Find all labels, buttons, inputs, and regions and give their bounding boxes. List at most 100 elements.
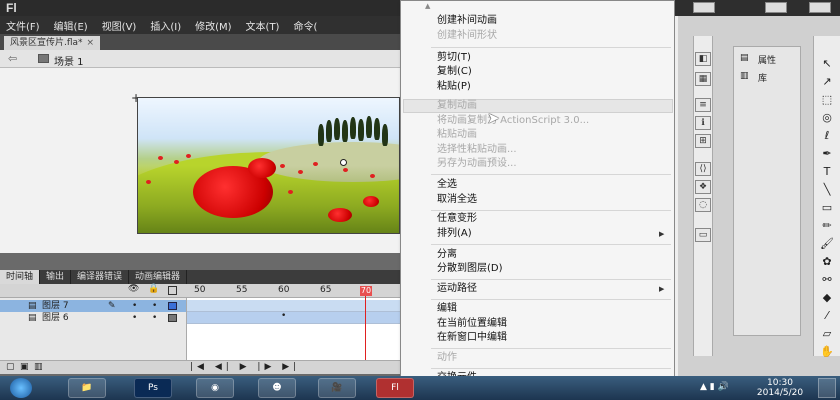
frame-grid[interactable]: • [186, 298, 401, 360]
photoshop-taskbar-icon[interactable]: Ps [134, 378, 172, 398]
recorder-taskbar-icon[interactable]: 🎥 [318, 378, 356, 398]
hand-tool-icon[interactable]: ✋ [818, 344, 836, 360]
menu-insert[interactable]: 插入(I) [150, 18, 181, 33]
chat-taskbar-icon[interactable]: ☻ [258, 378, 296, 398]
library-tab[interactable]: 库 [758, 71, 767, 84]
visibility-dot[interactable]: • [132, 300, 137, 312]
menu-item-break-apart[interactable]: 分离 [437, 249, 457, 261]
browser-taskbar-icon[interactable]: ◉ [196, 378, 234, 398]
lasso-tool-icon[interactable]: ℓ [818, 128, 836, 144]
scroll-up-icon[interactable]: ▲ [425, 2, 430, 10]
menu-separator [431, 348, 671, 349]
layer-color-swatch[interactable] [168, 314, 177, 322]
new-folder-icon[interactable]: ▣ [20, 362, 29, 372]
text-tool-icon[interactable]: T [818, 164, 836, 180]
library-icon: ▥ [740, 71, 749, 81]
playhead-line [365, 286, 366, 360]
frame-number: 55 [236, 285, 248, 295]
tab-output[interactable]: 输出 [40, 270, 72, 284]
history-panel-icon[interactable]: ▭ [695, 228, 711, 242]
menu-item-create-motion-tween[interactable]: 创建补间动画 [437, 15, 497, 27]
menu-commands[interactable]: 命令( [293, 18, 317, 33]
selection-tool-icon[interactable]: ↖ [818, 56, 836, 72]
close-window-button[interactable] [809, 2, 831, 13]
menu-item-edit-in-place[interactable]: 在当前位置编辑 [437, 318, 507, 330]
back-arrow-icon[interactable]: ⇦ [8, 52, 17, 65]
lock-dot[interactable]: • [152, 300, 157, 312]
eyedropper-tool-icon[interactable]: ⁄ [818, 308, 836, 324]
new-layer-icon[interactable]: ▢ [6, 362, 15, 372]
menu-view[interactable]: 视图(V) [102, 18, 137, 33]
timeline-header: 👁 🔒 50 55 60 65 [0, 284, 400, 298]
tab-motion-editor[interactable]: 动画编辑器 [129, 270, 188, 284]
menu-text[interactable]: 文本(T) [246, 18, 280, 33]
menu-item-distribute-to-layers[interactable]: 分散到图层(D) [437, 263, 503, 275]
document-tab[interactable]: 风景区宣传片.fla* × [4, 36, 101, 50]
rectangle-tool-icon[interactable]: ▭ [818, 200, 836, 216]
menu-modify[interactable]: 修改(M) [195, 18, 231, 33]
explorer-taskbar-icon[interactable]: 📁 [68, 378, 106, 398]
flash-logo: Fl [6, 1, 17, 15]
delete-layer-icon[interactable]: ▥ [34, 362, 43, 372]
menu-item-motion-path[interactable]: 运动路径 [437, 283, 477, 295]
frame-row[interactable]: • [187, 311, 401, 324]
components-icon[interactable]: ❖ [695, 180, 711, 194]
layer-row[interactable]: ▤ 图层 6 • • [0, 312, 186, 324]
eye-icon[interactable]: 👁 [128, 284, 139, 294]
color-panel-icon[interactable]: ◧ [695, 52, 711, 66]
outline-icon[interactable] [168, 286, 177, 295]
tray-icons[interactable]: ▲ ▮ 🔊 [700, 382, 729, 392]
properties-tab[interactable]: 属性 [758, 53, 776, 66]
swatches-panel-icon[interactable]: ▦ [695, 72, 711, 86]
restore-button[interactable] [765, 2, 787, 13]
pencil-tool-icon[interactable]: ✏ [818, 218, 836, 234]
playback-controls-icon[interactable]: |◀ ◀| ▶ |▶ ▶| [190, 362, 300, 372]
frame-row[interactable] [187, 300, 401, 312]
brush-tool-icon[interactable]: 🖌 [818, 236, 836, 252]
menu-item-select-all[interactable]: 全选 [437, 179, 457, 191]
layer-icon: ▤ [28, 301, 37, 311]
show-desktop-button[interactable] [818, 378, 836, 398]
start-button-icon[interactable] [10, 378, 32, 398]
minimize-button[interactable] [693, 2, 715, 13]
paint-bucket-tool-icon[interactable]: ◆ [818, 290, 836, 306]
info-panel-icon[interactable]: ℹ [695, 116, 711, 130]
tab-timeline[interactable]: 时间轴 [0, 270, 41, 284]
3d-rotation-tool-icon[interactable]: ◎ [818, 110, 836, 126]
menu-item-deselect-all[interactable]: 取消全选 [437, 194, 477, 206]
menu-item-cut[interactable]: 剪切(T) [437, 52, 471, 64]
transform-panel-icon[interactable]: ⊞ [695, 134, 711, 148]
playhead-marker[interactable]: 70 [360, 286, 372, 296]
eraser-tool-icon[interactable]: ▱ [818, 326, 836, 342]
menu-item-copy[interactable]: 复制(C) [437, 66, 472, 78]
layer-color-swatch[interactable] [168, 302, 177, 310]
bone-tool-icon[interactable]: ⚯ [818, 272, 836, 288]
transform-pivot-icon[interactable] [340, 159, 347, 166]
lock-icon[interactable]: 🔒 [148, 284, 159, 294]
stage-image[interactable] [137, 97, 400, 234]
menu-edit[interactable]: 编辑(E) [54, 18, 88, 33]
flash-taskbar-icon[interactable]: Fl [376, 378, 414, 398]
visibility-dot[interactable]: • [132, 312, 137, 324]
free-transform-tool-icon[interactable]: ⬚ [818, 92, 836, 108]
properties-icon: ▤ [740, 53, 749, 63]
code-snippets-icon[interactable]: ⟨⟩ [695, 162, 711, 176]
layer-row-selected[interactable]: ▤ 图层 7 ✎ • • [0, 300, 186, 312]
align-panel-icon[interactable]: ≡ [695, 98, 711, 112]
menu-item-free-transform[interactable]: 任意变形 [437, 213, 477, 225]
menu-item-arrange[interactable]: 排列(A) [437, 228, 472, 240]
subselection-tool-icon[interactable]: ↗ [818, 74, 836, 90]
pen-tool-icon[interactable]: ✒ [818, 146, 836, 162]
tab-compiler-errors[interactable]: 编译器错误 [71, 270, 130, 284]
taskbar-clock[interactable]: 10:30 2014/5/20 [750, 378, 810, 398]
lock-dot[interactable]: • [152, 312, 157, 324]
menu-item-edit-in-new-window[interactable]: 在新窗口中编辑 [437, 332, 507, 344]
line-tool-icon[interactable]: ╲ [818, 182, 836, 198]
menu-file[interactable]: 文件(F) [6, 18, 40, 33]
close-icon[interactable]: × [87, 38, 95, 48]
motion-presets-icon[interactable]: ◌ [695, 198, 711, 212]
menu-item-edit[interactable]: 编辑 [437, 303, 457, 315]
menu-item-paste[interactable]: 粘贴(P) [437, 81, 471, 93]
deco-tool-icon[interactable]: ✿ [818, 254, 836, 270]
layer-icon: ▤ [28, 313, 37, 323]
